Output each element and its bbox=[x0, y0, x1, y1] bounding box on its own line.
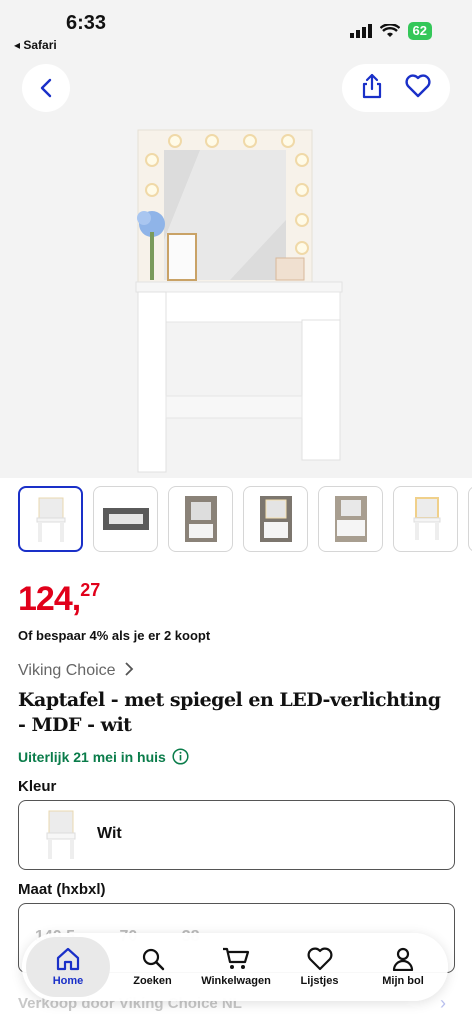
back-button[interactable] bbox=[22, 64, 70, 112]
delivery-info: Uiterlijk 21 mei in huis bbox=[18, 748, 189, 765]
home-icon bbox=[56, 947, 80, 971]
tab-search[interactable]: Zoeken bbox=[112, 937, 194, 997]
thumbnail[interactable] bbox=[393, 486, 458, 552]
info-icon[interactable] bbox=[172, 748, 189, 765]
tab-label: Winkelwagen bbox=[201, 975, 271, 987]
chevron-right-icon: › bbox=[440, 993, 446, 1013]
chevron-right-icon bbox=[125, 662, 134, 676]
color-label: Kleur bbox=[18, 778, 57, 795]
tab-label: Zoeken bbox=[133, 975, 172, 987]
wifi-icon bbox=[379, 24, 400, 37]
thumbnail-image bbox=[413, 497, 440, 540]
bundle-offer[interactable]: Of bespaar 4% als je er 2 koopt bbox=[18, 628, 210, 643]
wishlist-button[interactable] bbox=[404, 73, 432, 103]
color-thumbnail bbox=[46, 810, 76, 859]
brand-name: Viking Choice bbox=[18, 662, 116, 679]
bottom-tab-bar: Home Zoeken Winkelwagen Lijstjes Mijn bo… bbox=[22, 933, 448, 1001]
tab-cart[interactable]: Winkelwagen bbox=[195, 937, 277, 997]
thumbnail-image bbox=[102, 508, 149, 530]
brand-link[interactable]: Viking Choice bbox=[18, 662, 134, 680]
chevron-left-icon bbox=[40, 78, 52, 98]
heart-icon bbox=[307, 947, 332, 971]
thumbnail[interactable] bbox=[93, 486, 158, 552]
status-bar: 6:33 ◂ Safari 62 bbox=[0, 0, 472, 56]
tab-label: Mijn bol bbox=[382, 975, 424, 987]
color-selector[interactable]: Wit bbox=[18, 800, 455, 870]
status-icons: 62 bbox=[349, 22, 432, 40]
thumbnail[interactable] bbox=[318, 486, 383, 552]
back-to-safari-link[interactable]: ◂ Safari bbox=[14, 38, 57, 52]
thumbnail-image bbox=[36, 497, 65, 542]
status-time: 6:33 bbox=[66, 12, 107, 34]
tab-label: Lijstjes bbox=[300, 975, 339, 987]
price: 124,27 bbox=[18, 580, 100, 619]
thumbnail[interactable] bbox=[468, 486, 472, 552]
battery-indicator: 62 bbox=[407, 22, 432, 40]
tab-account[interactable]: Mijn bol bbox=[362, 937, 444, 997]
thumbnail-strip[interactable] bbox=[18, 486, 472, 552]
user-icon bbox=[392, 947, 414, 971]
action-pill bbox=[342, 64, 450, 112]
thumbnail-image bbox=[259, 496, 292, 542]
thumbnail-image bbox=[334, 496, 367, 542]
share-button[interactable] bbox=[361, 73, 383, 104]
price-main: 124, bbox=[18, 580, 81, 618]
delivery-text: Uiterlijk 21 mei in huis bbox=[18, 748, 166, 765]
signal-icon bbox=[349, 24, 372, 38]
tab-label: Home bbox=[52, 975, 84, 987]
thumbnail-image bbox=[184, 496, 217, 542]
tab-lists[interactable]: Lijstjes bbox=[279, 937, 361, 997]
thumbnail[interactable] bbox=[18, 486, 83, 552]
color-value: Wit bbox=[97, 825, 122, 842]
heart-icon bbox=[404, 73, 431, 97]
search-icon bbox=[142, 948, 164, 971]
price-decimal: 27 bbox=[80, 580, 101, 600]
size-label: Maat (hxbxl) bbox=[18, 881, 106, 898]
share-icon bbox=[362, 73, 381, 98]
tab-home[interactable]: Home bbox=[26, 937, 110, 997]
cart-icon bbox=[223, 947, 250, 969]
thumbnail[interactable] bbox=[243, 486, 308, 552]
product-title: Kaptafel - met spiegel en LED-verlichtin… bbox=[18, 689, 441, 736]
thumbnail[interactable] bbox=[168, 486, 233, 552]
